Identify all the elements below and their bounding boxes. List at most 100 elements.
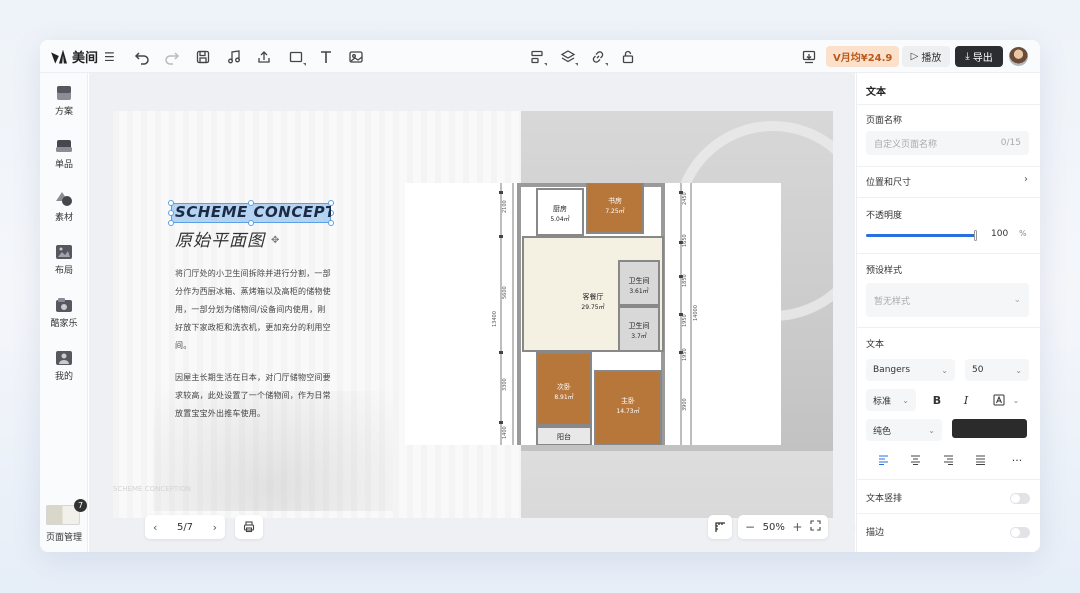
music-icon bbox=[228, 50, 240, 64]
link-button[interactable] bbox=[587, 46, 609, 68]
upload-button[interactable] bbox=[253, 46, 275, 68]
dimension-label: 1650 bbox=[682, 234, 688, 247]
floor-plan-drawing: 2100 5600 3300 1400 13400 2450 1650 1850… bbox=[492, 182, 699, 446]
resize-handle[interactable] bbox=[168, 210, 174, 216]
download-button[interactable] bbox=[798, 46, 820, 68]
slide-paragraph-1[interactable]: 将门厅处的小卫生间拆除并进行分割，一部分作为西厨冰箱、蒸烤箱以及高柜的储物使用，… bbox=[175, 265, 331, 355]
align-center-button[interactable] bbox=[903, 449, 927, 471]
redo-icon bbox=[165, 52, 180, 65]
stroke-toggle[interactable] bbox=[1010, 527, 1030, 538]
logo[interactable]: 美间 ☰ bbox=[52, 47, 115, 67]
opacity-slider-thumb[interactable] bbox=[974, 230, 977, 241]
slide-title-english[interactable]: SCHEME CONCEPTION bbox=[175, 203, 331, 221]
slide-canvas[interactable]: SCHEME CONCEPTION 原始平面图 ✥ 将门厅处的小卫生间拆除并进行… bbox=[113, 111, 833, 518]
sidebar-item-scheme[interactable]: 方案 bbox=[40, 85, 88, 117]
print-button[interactable] bbox=[235, 515, 263, 539]
chevron-down-icon: ⌄ bbox=[941, 365, 948, 375]
slide-title-chinese[interactable]: 原始平面图 bbox=[175, 226, 265, 251]
sidebar-item-mine[interactable]: 我的 bbox=[40, 350, 88, 382]
fill-color-swatch[interactable] bbox=[952, 419, 1027, 438]
align-left-button[interactable] bbox=[871, 449, 895, 471]
zoom-out-icon[interactable]: − bbox=[745, 520, 755, 534]
next-page-icon[interactable]: › bbox=[213, 521, 217, 534]
chevron-down-icon: ⌄ bbox=[1015, 365, 1022, 375]
shape-button[interactable] bbox=[285, 46, 307, 68]
top-toolbar: 美间 ☰ V月均¥24.9 ▷ 播放 ⤓ 导出 bbox=[40, 40, 1040, 73]
slide-paragraph-2[interactable]: 因屋主长期生活在日本，对门厅储物空间要求较高，此处设置了一个储物间，作为日常放置… bbox=[175, 369, 331, 423]
sidebar-item-product[interactable]: 单品 bbox=[40, 138, 88, 170]
page-name-counter: 0/15 bbox=[1000, 138, 1021, 148]
membership-price-button[interactable]: V月均¥24.9 bbox=[826, 46, 900, 67]
dropdown-caret-icon bbox=[605, 63, 608, 66]
bold-button[interactable]: B bbox=[925, 389, 949, 411]
play-label: 播放 bbox=[921, 53, 942, 64]
play-button[interactable]: ▷ 播放 bbox=[902, 46, 950, 67]
sidebar-item-kujiale[interactable]: 酷家乐 bbox=[40, 297, 88, 329]
align-left-icon bbox=[878, 455, 888, 465]
menu-icon[interactable]: ☰ bbox=[104, 50, 115, 64]
more-options-button[interactable]: ··· bbox=[1005, 449, 1029, 471]
layers-button[interactable] bbox=[557, 46, 579, 68]
opacity-value[interactable]: 100 bbox=[991, 229, 1008, 239]
align-right-button[interactable] bbox=[936, 449, 960, 471]
align-button[interactable] bbox=[526, 46, 548, 68]
align-icon bbox=[531, 50, 543, 64]
dimension-label: 3900 bbox=[682, 398, 688, 411]
move-icon[interactable]: ✥ bbox=[271, 235, 279, 246]
opacity-slider[interactable] bbox=[866, 230, 977, 241]
divider bbox=[857, 166, 1040, 167]
sidebar-item-layout[interactable]: 布局 bbox=[40, 244, 88, 276]
ruler-button[interactable] bbox=[708, 515, 732, 539]
sidebar-item-label: 我的 bbox=[54, 372, 73, 382]
dimension-total-label: 13400 bbox=[492, 311, 498, 327]
dimension-tick bbox=[499, 235, 503, 238]
faint-caption: SCHEME CONCEPTION bbox=[113, 485, 191, 493]
italic-button[interactable]: I bbox=[954, 389, 978, 411]
floor-plan-image[interactable]: 2100 5600 3300 1400 13400 2450 1650 1850… bbox=[405, 182, 781, 446]
vertical-text-toggle[interactable] bbox=[1010, 493, 1030, 504]
zoom-in-icon[interactable]: + bbox=[792, 520, 802, 534]
dimension-label: 5600 bbox=[502, 286, 508, 299]
text-button[interactable] bbox=[315, 46, 337, 68]
font-weight-select[interactable]: 标准 ⌄ bbox=[866, 389, 916, 411]
user-avatar[interactable] bbox=[1009, 47, 1028, 66]
fit-screen-icon[interactable] bbox=[810, 520, 821, 534]
preset-style-label: 预设样式 bbox=[866, 266, 903, 276]
resize-handle[interactable] bbox=[168, 200, 174, 206]
panel-title: 文本 bbox=[866, 87, 886, 98]
dimension-label: 1850 bbox=[682, 274, 688, 287]
prev-page-icon[interactable]: ‹ bbox=[153, 521, 157, 534]
font-size-value: 50 bbox=[972, 365, 984, 375]
image-button[interactable] bbox=[345, 46, 367, 68]
dimension-label: 3300 bbox=[502, 378, 508, 391]
resize-handle[interactable] bbox=[168, 220, 174, 226]
dropdown-caret-icon bbox=[575, 63, 578, 66]
align-justify-button[interactable] bbox=[968, 449, 992, 471]
export-button[interactable]: ⤓ 导出 bbox=[955, 46, 1003, 67]
font-family-select[interactable]: Bangers ⌄ bbox=[866, 359, 955, 381]
text-t-icon bbox=[321, 51, 331, 63]
dimension-label: 2450 bbox=[682, 192, 688, 205]
position-size-label[interactable]: 位置和尺寸 bbox=[866, 175, 911, 188]
preset-style-select[interactable]: 暂无样式 ⌄ bbox=[866, 283, 1029, 317]
fill-type-select[interactable]: 纯色 ⌄ bbox=[866, 419, 942, 441]
stroke-label: 描边 bbox=[866, 528, 885, 538]
music-button[interactable] bbox=[223, 46, 245, 68]
sidebar-item-label: 单品 bbox=[54, 160, 73, 170]
export-label: 导出 bbox=[972, 53, 993, 64]
lock-button[interactable] bbox=[617, 46, 639, 68]
text-color-button[interactable]: ⌄ bbox=[984, 389, 1028, 411]
page-manager-label[interactable]: 页面管理 bbox=[40, 530, 88, 543]
sidebar-item-label: 素材 bbox=[54, 213, 73, 223]
save-button[interactable] bbox=[192, 46, 214, 68]
vertical-text-label: 文本竖排 bbox=[866, 494, 903, 504]
room-label: 书房 bbox=[608, 196, 622, 205]
chevron-right-icon[interactable]: › bbox=[1024, 174, 1028, 185]
font-size-select[interactable]: 50 ⌄ bbox=[965, 359, 1029, 381]
page-name-input[interactable]: 自定义页面名称 0/15 bbox=[866, 131, 1029, 155]
redo-button[interactable] bbox=[161, 46, 183, 68]
sidebar-item-material[interactable]: 素材 bbox=[40, 191, 88, 223]
undo-button[interactable] bbox=[131, 46, 153, 68]
divider bbox=[857, 327, 1040, 328]
dimension-label: 1400 bbox=[502, 426, 508, 439]
